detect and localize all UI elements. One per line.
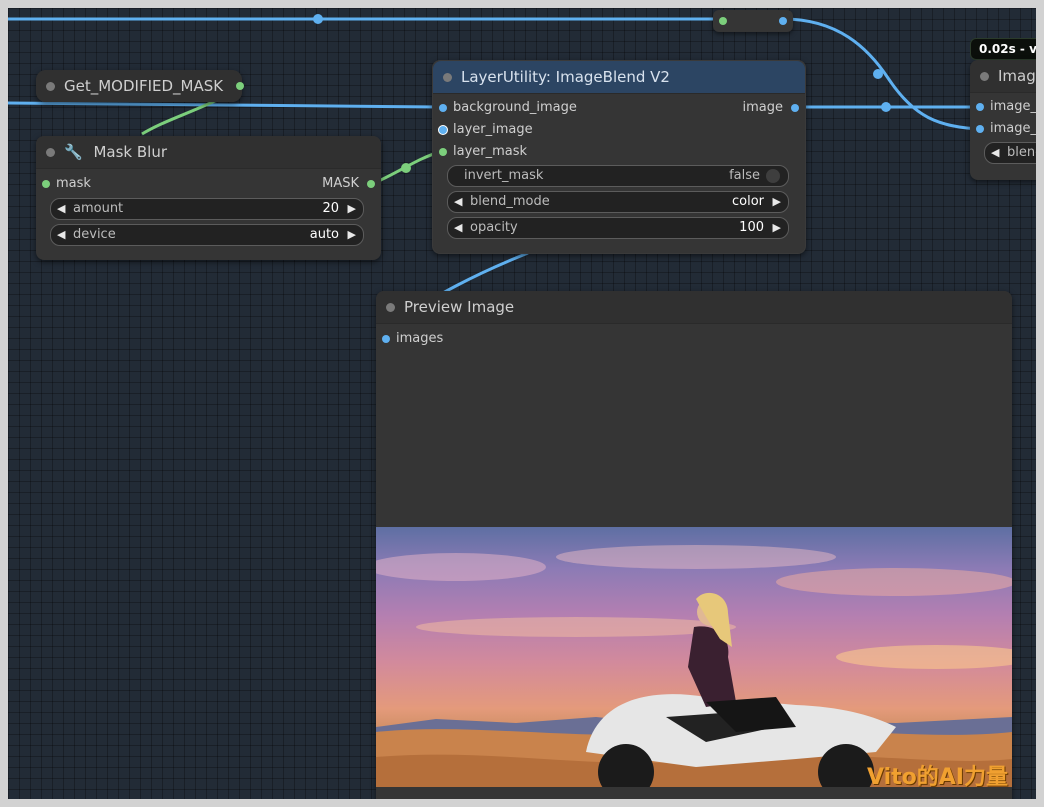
node-title-bar[interactable]: 🔧 Mask Blur <box>36 136 381 169</box>
blend-widget[interactable]: ◀ blenc <box>984 142 1036 164</box>
widget-label: device <box>73 227 116 242</box>
preview-output-image: Vito的AI力量 <box>376 527 1012 787</box>
decrement-arrow-icon[interactable]: ◀ <box>454 192 462 212</box>
image-blend-node[interactable]: LayerUtility: ImageBlend V2 background_i… <box>432 60 806 254</box>
node-title-bar[interactable]: Get_MODIFIED_MASK <box>36 70 242 102</box>
invert-mask-toggle[interactable]: invert_mask false <box>447 165 789 187</box>
decrement-arrow-icon[interactable]: ◀ <box>57 225 65 245</box>
execution-time-badge: 0.02s - vra <box>970 38 1036 60</box>
image-input-label: image_ <box>990 121 1036 136</box>
opacity-widget[interactable]: ◀ opacity 100 ▶ <box>447 217 789 239</box>
node-title-bar[interactable]: Imag <box>970 60 1036 93</box>
mask-input-dot[interactable] <box>42 180 50 188</box>
mask-output-dot[interactable] <box>236 82 244 90</box>
layer-image-label: layer_image <box>453 122 533 137</box>
node-title-bar[interactable]: LayerUtility: ImageBlend V2 <box>433 61 805 94</box>
reroute-node[interactable] <box>713 10 793 32</box>
decrement-arrow-icon[interactable]: ◀ <box>991 143 999 163</box>
widget-value: 100 <box>739 220 764 235</box>
layer-mask-label: layer_mask <box>453 144 528 159</box>
mask-output-label: MASK <box>322 176 359 191</box>
device-widget[interactable]: ◀ device auto ▶ <box>50 224 364 246</box>
increment-arrow-icon[interactable]: ▶ <box>348 199 356 219</box>
increment-arrow-icon[interactable]: ▶ <box>348 225 356 245</box>
decrement-arrow-icon[interactable]: ◀ <box>57 199 65 219</box>
image-blend-right-node[interactable]: Imag image_ image_ ◀ blenc <box>970 60 1036 180</box>
node-title-bar[interactable]: Preview Image <box>376 291 1012 324</box>
node-title: Imag <box>998 67 1036 85</box>
image-output-label: image <box>742 100 784 115</box>
watermark-text: Vito的AI力量 <box>866 765 1008 787</box>
node-title: Preview Image <box>404 298 515 316</box>
collapse-dot-icon[interactable] <box>46 82 55 91</box>
image-input-dot[interactable] <box>976 125 984 133</box>
widget-label: blenc <box>1007 145 1036 160</box>
image-input-dot[interactable] <box>976 103 984 111</box>
widget-label: invert_mask <box>464 168 544 183</box>
collapse-dot-icon[interactable] <box>386 303 395 312</box>
image-input-label: image_ <box>990 99 1036 114</box>
toggle-knob[interactable] <box>766 169 780 183</box>
get-modified-mask-node[interactable]: Get_MODIFIED_MASK <box>36 70 244 102</box>
node-title: LayerUtility: ImageBlend V2 <box>461 68 670 86</box>
wrench-icon: 🔧 <box>64 143 83 161</box>
background-image-input-dot[interactable] <box>439 104 447 112</box>
link-marker <box>313 14 323 24</box>
link-marker <box>401 163 411 173</box>
widget-label: opacity <box>470 220 518 235</box>
layer-mask-input-dot[interactable] <box>439 148 447 156</box>
widget-value: color <box>731 194 764 209</box>
background-image-label: background_image <box>453 100 577 115</box>
collapse-dot-icon[interactable] <box>980 72 989 81</box>
increment-arrow-icon[interactable]: ▶ <box>773 192 781 212</box>
image-output-dot[interactable] <box>791 104 799 112</box>
node-title: Mask Blur <box>93 143 168 161</box>
link-marker <box>873 69 883 79</box>
node-title: Get_MODIFIED_MASK <box>64 77 224 95</box>
layer-image-input-dot[interactable] <box>438 125 448 135</box>
collapse-dot-icon[interactable] <box>46 148 55 157</box>
reroute-output-dot[interactable] <box>779 17 787 25</box>
amount-widget[interactable]: ◀ amount 20 ▶ <box>50 198 364 220</box>
node-graph-canvas[interactable]: Get_MODIFIED_MASK 🔧 Mask Blur mask MASK … <box>8 8 1036 799</box>
decrement-arrow-icon[interactable]: ◀ <box>454 218 462 238</box>
mask-blur-node[interactable]: 🔧 Mask Blur mask MASK ◀ amount 20 ▶ ◀ de… <box>36 136 381 260</box>
image-link-background <box>8 101 441 109</box>
widget-label: blend_mode <box>470 194 550 209</box>
images-input-dot[interactable] <box>382 335 390 343</box>
increment-arrow-icon[interactable]: ▶ <box>773 218 781 238</box>
image-link-cross <box>794 58 908 118</box>
blend-mode-widget[interactable]: ◀ blend_mode color ▶ <box>447 191 789 213</box>
mask-input-label: mask <box>56 176 91 191</box>
widget-value: 20 <box>322 201 339 216</box>
widget-value: auto <box>309 227 339 242</box>
widget-value: false <box>729 168 760 183</box>
reroute-input-dot[interactable] <box>719 17 727 25</box>
preview-image-node[interactable]: Preview Image images Vito的AI力量 <box>376 291 1012 799</box>
collapse-dot-icon[interactable] <box>443 73 452 82</box>
preview-scene <box>376 545 1012 787</box>
mask-output-dot[interactable] <box>367 180 375 188</box>
link-marker <box>881 102 891 112</box>
widget-label: amount <box>73 201 124 216</box>
images-input-label: images <box>396 331 444 346</box>
